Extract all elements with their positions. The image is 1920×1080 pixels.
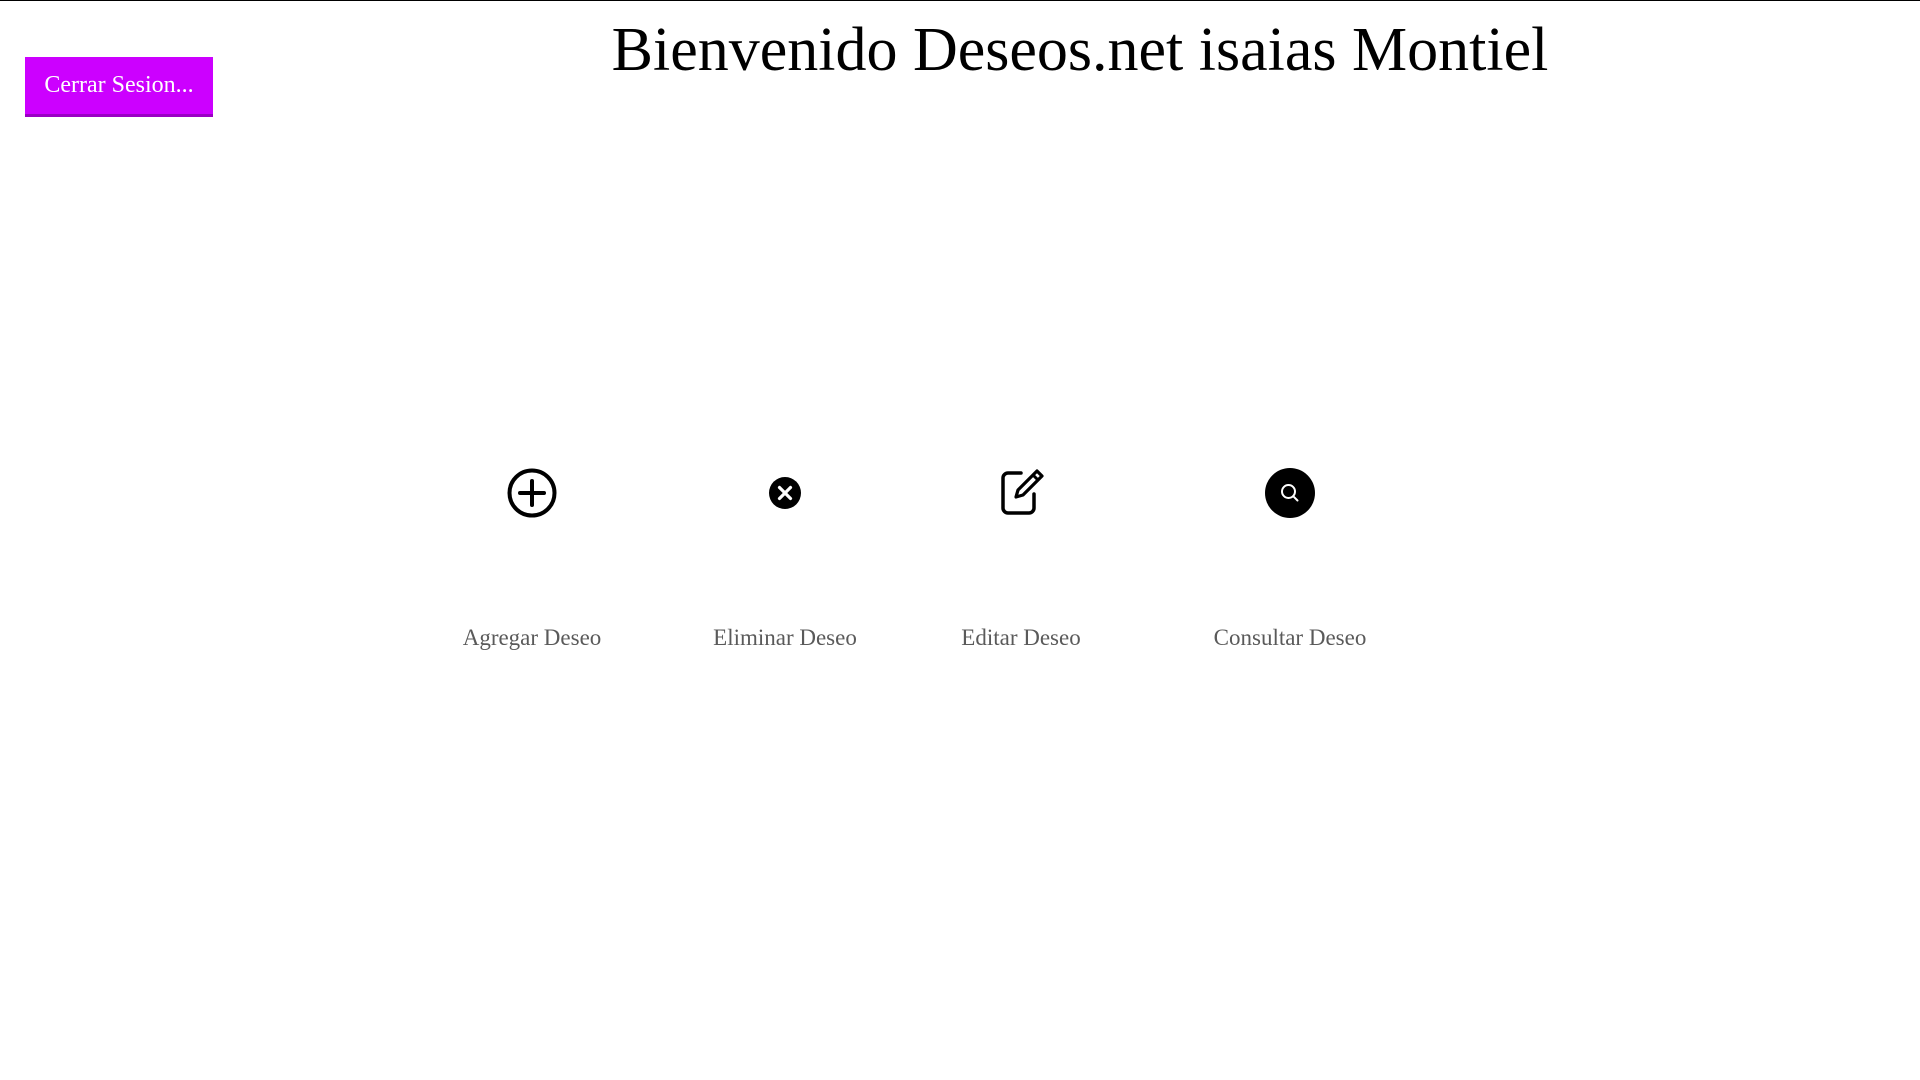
edit-wish-action[interactable]: Editar Deseo	[911, 468, 1131, 658]
add-wish-action[interactable]: Agregar Deseo	[422, 468, 642, 658]
delete-wish-label[interactable]: Eliminar Deseo	[675, 623, 895, 653]
x-circle-icon[interactable]	[760, 468, 810, 518]
delete-wish-action[interactable]: Eliminar Deseo	[675, 468, 895, 658]
actions-menu: Agregar Deseo Eliminar Deseo Editar Dese…	[0, 0, 1920, 1080]
edit-wish-label[interactable]: Editar Deseo	[911, 623, 1131, 653]
search-wish-label[interactable]: Consultar Deseo	[1180, 623, 1400, 653]
plus-circle-icon[interactable]	[507, 468, 557, 518]
search-wish-action[interactable]: Consultar Deseo	[1180, 468, 1400, 658]
add-wish-label[interactable]: Agregar Deseo	[422, 623, 642, 653]
edit-square-icon[interactable]	[996, 468, 1046, 518]
search-circle-icon[interactable]	[1265, 468, 1315, 518]
